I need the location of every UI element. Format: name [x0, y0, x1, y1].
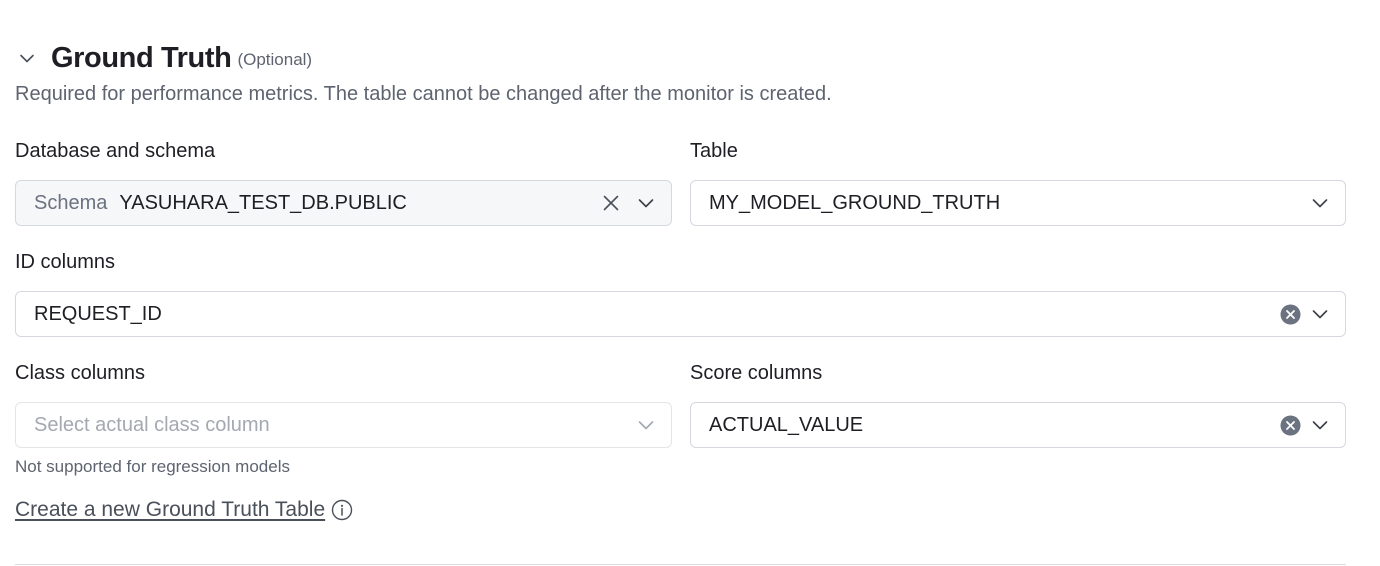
section-header: Ground Truth (Optional): [15, 38, 312, 78]
optional-tag: (Optional): [237, 50, 313, 69]
id-columns-value: REQUEST_ID: [34, 302, 162, 325]
score-columns-dropdown-chevron-down-icon[interactable]: [1309, 414, 1331, 436]
table-label: Table: [690, 140, 738, 162]
clear-schema-close-icon[interactable]: [599, 191, 623, 215]
ground-truth-section: Ground Truth (Optional) Required for per…: [15, 0, 1346, 566]
database-schema-value: YASUHARA_TEST_DB.PUBLIC: [119, 191, 407, 214]
create-ground-truth-table-link[interactable]: Create a new Ground Truth Table: [15, 498, 325, 522]
database-schema-label: Database and schema: [15, 140, 216, 162]
create-table-row: Create a new Ground Truth Table: [15, 498, 353, 522]
class-columns-dropdown-chevron-down-icon[interactable]: [635, 414, 657, 436]
table-value: MY_MODEL_GROUND_TRUTH: [709, 191, 1001, 214]
score-columns-label: Score columns: [690, 362, 823, 384]
class-columns-placeholder: Select actual class column: [34, 413, 270, 436]
id-columns-select[interactable]: REQUEST_ID: [15, 291, 1346, 337]
info-icon[interactable]: [331, 499, 353, 521]
class-columns-select[interactable]: Select actual class column: [15, 402, 672, 448]
table-select[interactable]: MY_MODEL_GROUND_TRUTH: [690, 180, 1346, 226]
clear-id-columns-close-circle-icon[interactable]: [1279, 303, 1301, 325]
schema-prefix: Schema: [34, 191, 108, 214]
score-columns-value: ACTUAL_VALUE: [709, 413, 864, 436]
id-columns-dropdown-chevron-down-icon[interactable]: [1309, 303, 1331, 325]
section-divider: [15, 564, 1346, 565]
schema-dropdown-chevron-down-icon[interactable]: [635, 192, 657, 214]
database-schema-select[interactable]: Schema YASUHARA_TEST_DB.PUBLIC: [15, 180, 672, 226]
collapse-toggle-chevron-down-icon[interactable]: [15, 46, 39, 70]
table-dropdown-chevron-down-icon[interactable]: [1309, 192, 1331, 214]
section-description: Required for performance metrics. The ta…: [15, 83, 832, 105]
id-columns-label: ID columns: [15, 251, 116, 273]
section-title: Ground Truth: [51, 41, 232, 74]
score-columns-select[interactable]: ACTUAL_VALUE: [690, 402, 1346, 448]
class-columns-help: Not supported for regression models: [15, 457, 290, 476]
clear-score-columns-close-circle-icon[interactable]: [1279, 414, 1301, 436]
class-columns-label: Class columns: [15, 362, 146, 384]
